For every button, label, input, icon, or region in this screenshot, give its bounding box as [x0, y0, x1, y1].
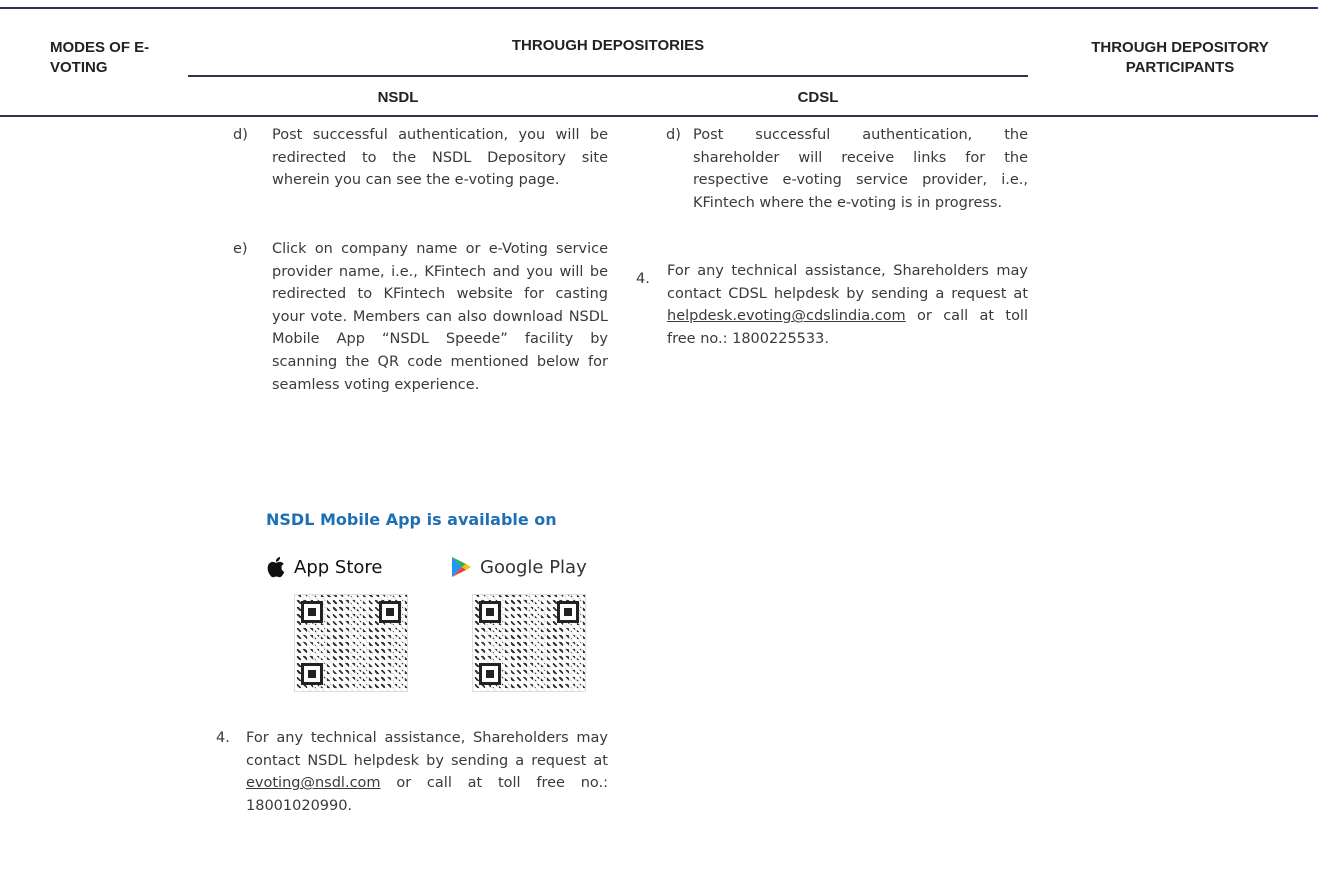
- app-store-label: App Store: [294, 556, 383, 578]
- google-play-qr-code: [472, 594, 586, 692]
- header-bottom-rule: [0, 115, 1318, 117]
- app-store-qr-code: [294, 594, 408, 692]
- header-through-depositories: THROUGH DEPOSITORIES: [511, 37, 705, 54]
- list-item-text: Click on company name or e-Voting servic…: [272, 241, 608, 393]
- nsdl-list-item-d: d) Post successful authentication, you w…: [233, 124, 608, 192]
- top-rule: [0, 7, 1318, 9]
- app-banner-title: NSDL Mobile App is available on: [266, 510, 557, 529]
- list-marker: d): [233, 127, 248, 143]
- list-marker: e): [233, 241, 248, 257]
- subheader-cdsl: CDSL: [797, 89, 839, 106]
- google-play-badge[interactable]: Google Play: [450, 552, 587, 582]
- list-item-text: Post successful authentication, you will…: [272, 127, 608, 189]
- cdsl-helpdesk-email-link[interactable]: helpdesk.evoting@cdslindia.com: [667, 308, 906, 324]
- apple-icon: [267, 557, 285, 578]
- app-store-badge[interactable]: App Store: [266, 552, 382, 582]
- cdsl-list-item-d: d) Post successful authentication, the s…: [666, 124, 1028, 214]
- list-item-text: For any technical assistance, Shareholde…: [667, 263, 1028, 347]
- list-marker: 4.: [216, 730, 230, 746]
- list-marker: 4.: [636, 271, 650, 287]
- google-play-label: Google Play: [480, 556, 587, 578]
- cdsl-list-item-4: 4. For any technical assistance, Shareho…: [636, 260, 1028, 350]
- nsdl-app-banner: NSDL Mobile App is available on App Stor…: [260, 510, 610, 700]
- list-item-text: For any technical assistance, Shareholde…: [246, 730, 609, 814]
- nsdl-helpdesk-email-link[interactable]: evoting@nsdl.com: [246, 775, 381, 791]
- subheader-nsdl: NSDL: [377, 89, 419, 106]
- nsdl-list-item-4: 4. For any technical assistance, Shareho…: [216, 727, 608, 817]
- depositories-underline: [188, 75, 1028, 77]
- list-item-text: Post successful authentication, the shar…: [693, 127, 1028, 211]
- google-play-icon: [452, 557, 471, 577]
- header-through-depository-participants: THROUGH DEPOSITORY PARTICIPANTS: [1091, 39, 1269, 76]
- list-marker: d): [666, 127, 681, 143]
- nsdl-list-item-e: e) Click on company name or e-Voting ser…: [233, 238, 608, 396]
- header-modes-of-e-voting: MODES OF E-VOTING: [50, 39, 150, 76]
